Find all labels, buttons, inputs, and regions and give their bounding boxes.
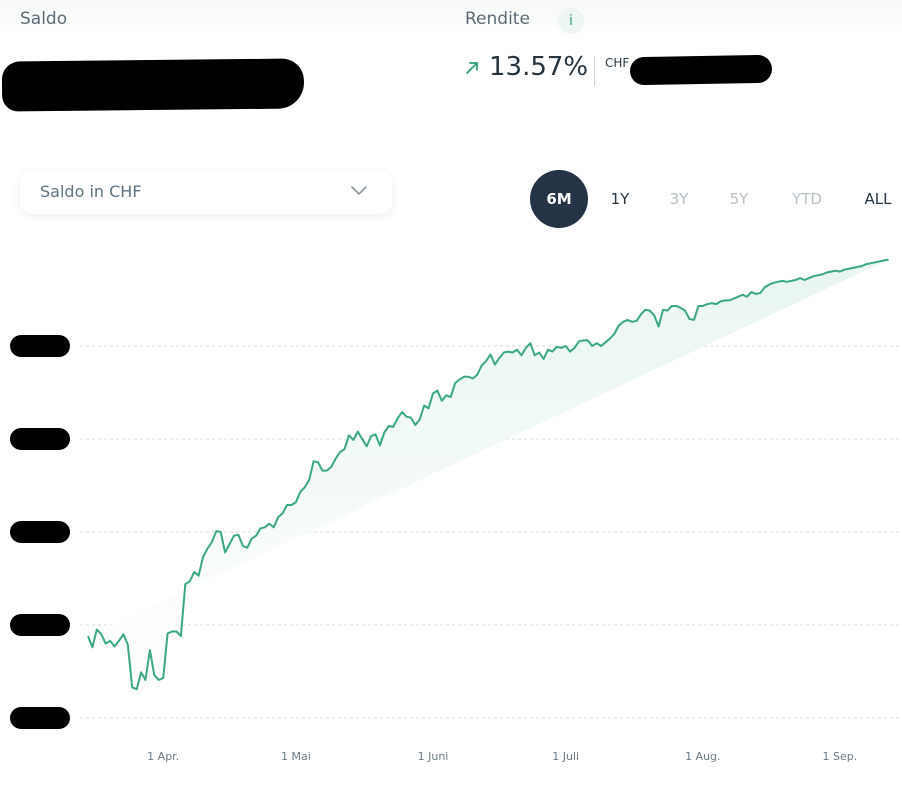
x-tick-label-0: 1 Apr. [147, 750, 179, 763]
y-tick-label-redacted-0 [10, 707, 70, 729]
x-tick-label-1: 1 Mai [281, 750, 311, 763]
y-tick-label-redacted-2 [10, 521, 70, 543]
x-tick-label-3: 1 Juli [552, 750, 579, 763]
x-tick-label-5: 1 Sep. [823, 750, 858, 763]
y-tick-label-redacted-4 [10, 335, 70, 357]
y-tick-label-redacted-3 [10, 428, 70, 450]
y-tick-label-redacted-1 [10, 614, 70, 636]
balance-chart: 1 Apr. 1 Mai 1 Juni 1 Juli 1 Aug. 1 Sep. [10, 258, 902, 763]
x-tick-label-4: 1 Aug. [685, 750, 720, 763]
x-tick-label-2: 1 Juni [418, 750, 449, 763]
